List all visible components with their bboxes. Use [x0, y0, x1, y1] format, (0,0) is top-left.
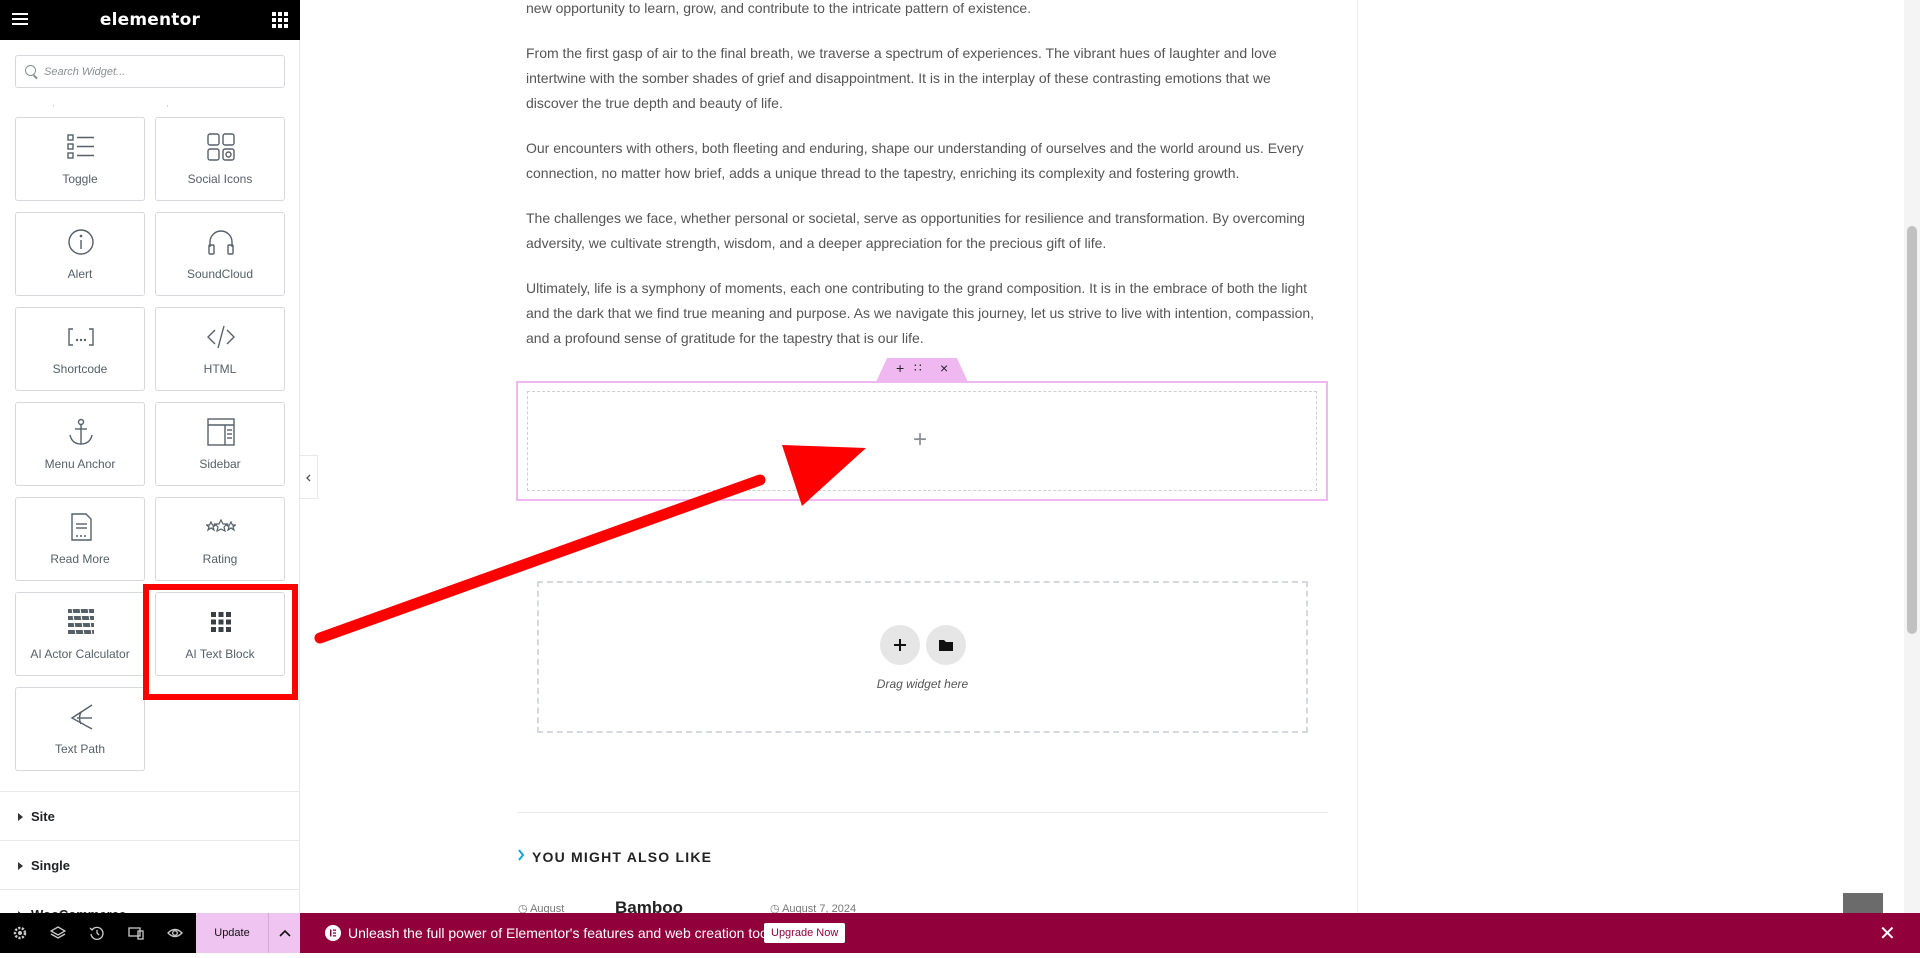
update-options-button[interactable]: [268, 913, 300, 953]
collapse-panel-button[interactable]: [300, 455, 318, 499]
social-icons-icon: [207, 133, 235, 161]
widget-label: Social Icons: [187, 172, 253, 186]
content-divider: [1357, 0, 1358, 913]
divider-line: [518, 812, 1328, 813]
widget-label: Read More: [50, 552, 110, 566]
layers-icon[interactable]: [50, 925, 66, 941]
add-section-dropzone[interactable]: Drag widget here: [537, 581, 1308, 733]
search-icon: [25, 65, 36, 76]
widget-label: Sidebar: [199, 457, 241, 471]
elementor-logo: elementor: [99, 10, 201, 30]
add-template-button[interactable]: [926, 625, 966, 665]
calculator-icon: [68, 607, 94, 636]
paragraph: The challenges we face, whether personal…: [526, 210, 1305, 251]
page-scrollbar[interactable]: [1904, 0, 1920, 913]
widget-soundcloud[interactable]: SoundCloud: [155, 212, 285, 296]
upgrade-promo-bar: Unleash the full power of Elementor's fe…: [300, 913, 1920, 953]
paragraph: Ultimately, life is a symphony of moment…: [526, 280, 1315, 346]
widget-social-icons[interactable]: Social Icons: [155, 117, 285, 201]
highlight-box: [143, 584, 298, 700]
widget-label: HTML: [203, 362, 237, 376]
plus-icon: [894, 639, 906, 651]
chevron-up-icon: [279, 929, 291, 937]
rating-icon: [206, 518, 236, 533]
widget-menu-anchor[interactable]: Menu Anchor: [15, 402, 145, 486]
post-content: new opportunity to learn, grow, and cont…: [526, 0, 1321, 371]
folder-icon: [939, 640, 953, 651]
widget-label: SoundCloud: [186, 267, 254, 281]
widget-panel: elementor Toggle Social Icons Alert Soun…: [0, 0, 300, 953]
search-widget-field: [15, 55, 285, 88]
widget-label: Menu Anchor: [44, 457, 116, 471]
empty-column[interactable]: +: [527, 391, 1317, 491]
text-path-icon: [70, 704, 93, 730]
search-widget-input[interactable]: [44, 56, 279, 87]
category-site[interactable]: Site: [0, 791, 300, 840]
widgets-grid-icon[interactable]: [272, 12, 288, 28]
paragraph: From the first gasp of air to the final …: [526, 45, 1277, 111]
widget-text-path[interactable]: Text Path: [15, 687, 145, 771]
add-new-section-button[interactable]: [880, 625, 920, 665]
settings-gear-icon[interactable]: [12, 925, 28, 941]
add-section-button[interactable]: +: [896, 360, 904, 376]
add-widget-plus[interactable]: +: [913, 426, 927, 454]
widget-toggle[interactable]: Toggle: [15, 117, 145, 201]
scroll-to-top-button[interactable]: [1843, 893, 1883, 913]
panel-footer: Update: [0, 913, 300, 953]
widget-html[interactable]: HTML: [155, 307, 285, 391]
scrollbar-thumb[interactable]: [1907, 226, 1917, 634]
alert-icon: [68, 229, 94, 255]
shortcode-icon: [68, 328, 94, 346]
anchor-icon: [69, 418, 93, 445]
paragraph: Our encounters with others, both fleetin…: [526, 140, 1304, 181]
elementor-icon: [325, 925, 341, 941]
widget-label: Rating: [202, 552, 238, 566]
widget-label: Alert: [67, 267, 93, 281]
section-handle: + ∷ ×: [876, 358, 968, 382]
chevron-left-icon: [306, 474, 311, 482]
preview-eye-icon[interactable]: [167, 925, 183, 941]
caret-right-icon: [18, 862, 23, 870]
widget-alert[interactable]: Alert: [15, 212, 145, 296]
category-single[interactable]: Single: [0, 840, 300, 889]
widget-label: Shortcode: [52, 362, 108, 376]
toggle-icon: [67, 134, 94, 159]
update-button[interactable]: Update: [196, 913, 268, 953]
dropzone-label: Drag widget here: [876, 677, 969, 691]
category-label: Single: [31, 858, 71, 873]
sidebar-icon: [207, 418, 235, 446]
read-more-icon: [71, 513, 92, 541]
caret-right-icon: [18, 813, 23, 821]
headphones-icon: [208, 230, 234, 255]
panel-header: elementor: [0, 0, 300, 40]
history-icon[interactable]: [89, 925, 105, 941]
widget-sidebar[interactable]: Sidebar: [155, 402, 285, 486]
paragraph: new opportunity to learn, grow, and cont…: [526, 0, 1032, 16]
related-posts-heading: YOU MIGHT ALSO LIKE: [532, 849, 713, 865]
code-icon: [207, 325, 235, 349]
upgrade-now-button[interactable]: Upgrade Now: [764, 923, 846, 943]
widget-label: Toggle: [62, 172, 98, 186]
widget-ai-actor-calculator[interactable]: AI Actor Calculator: [15, 592, 145, 676]
widget-shortcode[interactable]: Shortcode: [15, 307, 145, 391]
widget-label: AI Actor Calculator: [30, 647, 130, 661]
widget-read-more[interactable]: Read More: [15, 497, 145, 581]
close-icon[interactable]: ✕: [1879, 921, 1896, 946]
responsive-mode-icon[interactable]: [128, 925, 144, 941]
widget-rating[interactable]: Rating: [155, 497, 285, 581]
category-label: Site: [31, 809, 55, 824]
move-section-handle[interactable]: ∷: [914, 361, 922, 375]
widget-label: Text Path: [54, 742, 106, 756]
promo-text: Unleash the full power of Elementor's fe…: [348, 925, 782, 941]
chevron-right-icon: [518, 849, 525, 861]
remove-section-button[interactable]: ×: [940, 360, 948, 376]
